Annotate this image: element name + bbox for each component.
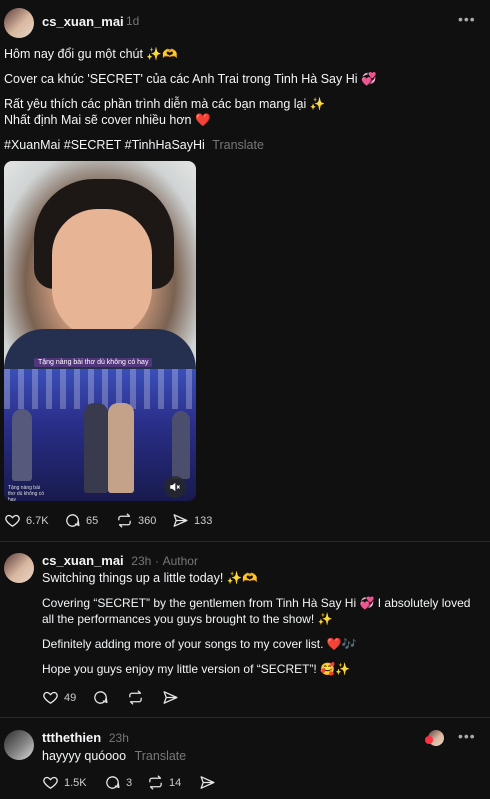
repost-icon [149,775,162,790]
post-like-button[interactable]: 6.7K [4,512,49,529]
post-username[interactable]: cs_xuan_mai [42,14,124,29]
post-line-2: Cover ca khúc 'SECRET' của các Anh Trai … [4,72,377,86]
share-icon [200,776,215,789]
reply2-comment-button[interactable]: 3 [104,774,132,791]
heart-icon [43,776,58,789]
reply1-avatar[interactable] [4,553,34,583]
post-translate-link[interactable]: Translate [212,138,264,152]
reply1-comment-button[interactable] [92,689,109,706]
post-like-count: 6.7K [26,514,49,527]
reply1-line-2: Covering “SECRET” by the gentlemen from … [42,596,471,610]
share-icon [173,514,188,527]
reply2-like-count: 1.5K [64,776,87,789]
post-line-3: Rất yêu thích các phần trình diễn mà các… [4,97,326,111]
post-video[interactable]: Tặng nàng bài thơ dù không có hay Tặng n… [4,161,196,501]
divider [0,717,490,718]
speaker-muted-icon [170,482,180,492]
liked-by-author-avatar [425,730,444,746]
reply2-header: ttthethien 23h [42,730,129,745]
video-selfie-frame: Tặng nàng bài thơ dù không có hay [4,161,196,369]
reply1-line-4: Definitely adding more of your songs to … [42,637,357,651]
author-badge: Author [162,554,198,568]
post-hashtags[interactable]: #XuanMai #SECRET #TinhHaSayHi [4,138,205,152]
reply2-text-row: hayyyy quóooo Translate [42,748,186,765]
post-repost-button[interactable]: 360 [116,512,156,529]
reply1-header: cs_xuan_mai 23h · Author [42,553,198,568]
heart-icon [5,514,20,527]
reply2-like-button[interactable]: 1.5K [42,774,87,791]
post-avatar[interactable] [4,8,34,38]
reply2-repost-count: 14 [169,776,182,789]
repost-icon [118,513,131,528]
reply1-repost-button[interactable] [127,689,144,706]
red-heart-icon [425,736,433,744]
post-line-1: Hôm nay đổi gu một chút ✨🫶 [4,47,178,61]
video-small-caption: Tặng nàng bài thơ dù không có hay [8,485,45,501]
post-more-button[interactable]: ••• [458,11,476,27]
reply1-line-1: Switching things up a little today! ✨🫶 [42,571,258,585]
reply2-time: 23h [108,731,129,745]
reply2-more-button[interactable]: ••• [458,728,476,744]
post-share-count: 133 [194,514,213,527]
reply1-share-button[interactable] [162,689,179,706]
reply2-share-button[interactable] [199,774,216,791]
reply1-like-button[interactable]: 49 [42,689,76,706]
post-comment-button[interactable]: 65 [64,512,98,529]
post-line-4: Nhất định Mai sẽ cover nhiều hơn ❤️ [4,113,211,127]
reply1-line-3: all the performances you guys brought to… [42,612,333,626]
comment-bubble-icon [66,514,80,527]
reply1-time: 23h [131,554,152,568]
repost-icon [129,690,142,705]
post-time: 1d [126,14,140,28]
reply2-repost-button[interactable]: 14 [147,774,181,791]
reply2-comment-count: 3 [126,776,133,789]
post-hashtags-row: #XuanMai #SECRET #TinhHaSayHi Translate [4,137,264,154]
reply1-like-count: 49 [64,691,77,704]
mute-button[interactable] [164,476,186,498]
reply1-line-5: Hope you guys enjoy my little version of… [42,662,350,676]
heart-icon [43,691,58,704]
share-icon [163,691,178,704]
comment-bubble-icon [106,776,120,789]
reply1-username[interactable]: cs_xuan_mai [42,553,124,568]
comment-bubble-icon [94,691,108,704]
divider [0,541,490,542]
reply1-separator: · [154,554,159,568]
video-face [52,209,152,339]
post-repost-count: 360 [138,514,157,527]
post-comment-count: 65 [86,514,99,527]
reply2-translate-link[interactable]: Translate [135,749,187,763]
reply2-username[interactable]: ttthethien [42,730,101,745]
video-caption: Tặng nàng bài thơ dù không có hay [34,358,153,367]
video-stage-frame: Tặng nàng bài thơ dù không có hay [4,369,196,501]
reply2-avatar[interactable] [4,730,34,760]
post-share-button[interactable]: 133 [172,512,212,529]
reply2-text: hayyyy quóooo [42,749,127,763]
